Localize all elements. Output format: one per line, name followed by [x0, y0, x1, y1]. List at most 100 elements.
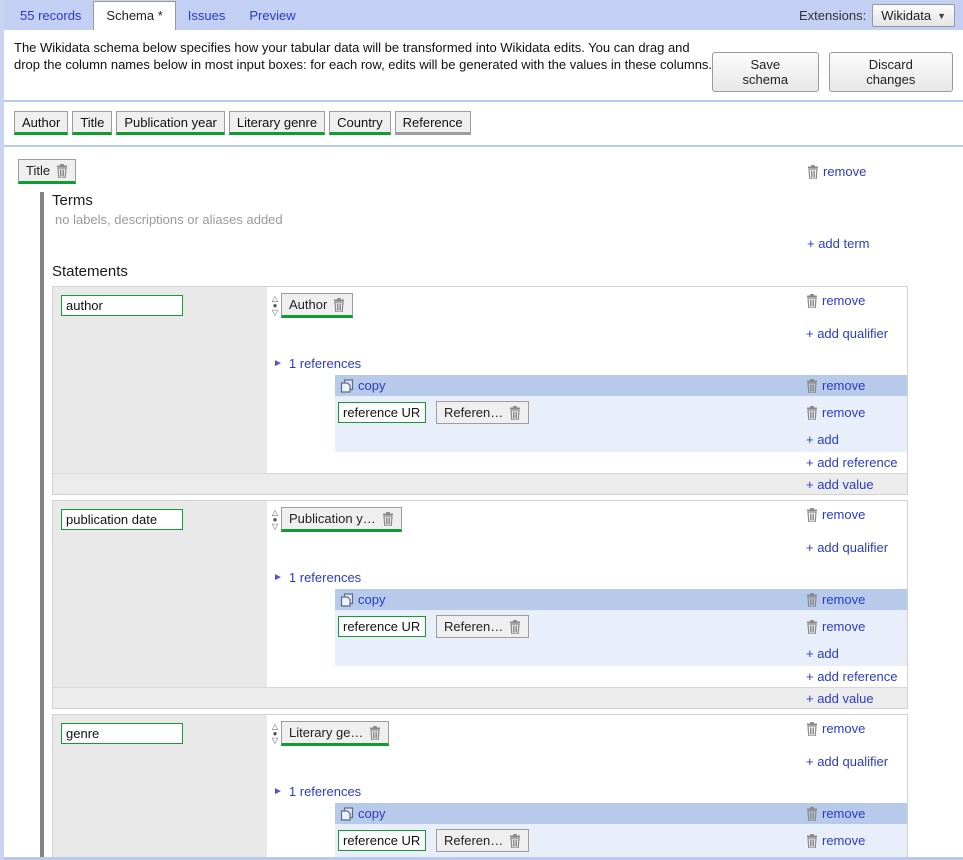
copy-icon[interactable] — [340, 807, 354, 821]
remove-reference-snak-link[interactable]: remove — [822, 833, 865, 848]
copy-icon[interactable] — [340, 379, 354, 393]
remove-item-link[interactable]: remove — [823, 164, 866, 179]
terms-empty-note: no labels, descriptions or aliases added — [55, 212, 908, 227]
value-column-label: Literary ge… — [289, 725, 363, 740]
value-column-label: Publication y… — [289, 511, 376, 526]
triangle-right-icon: ► — [273, 358, 283, 369]
reference-value-chip[interactable]: Referen… — [436, 615, 529, 638]
item-subject-chip[interactable]: Title — [18, 159, 76, 184]
trash-icon — [806, 379, 818, 393]
discard-changes-button[interactable]: Discard changes — [829, 52, 953, 92]
add-snak-link[interactable]: + add — [806, 432, 839, 447]
chevron-down-icon: ▼ — [937, 11, 946, 21]
trash-icon — [806, 593, 818, 607]
add-reference-link[interactable]: + add reference — [806, 669, 897, 684]
triangle-right-icon: ► — [273, 572, 283, 583]
statement-group: △●▽ Author remove + add qualifier — [52, 286, 908, 495]
triangle-right-icon: ► — [273, 786, 283, 797]
terms-heading: Terms — [52, 192, 908, 209]
reference-value-chip[interactable]: Referen… — [436, 829, 529, 852]
trash-icon — [806, 722, 818, 736]
copy-reference-link[interactable]: copy — [358, 592, 385, 607]
value-column-chip[interactable]: Literary ge… — [281, 721, 389, 746]
add-qualifier-link[interactable]: + add qualifier — [806, 540, 888, 555]
statement-group: △●▽ Publication y… remove + add qu — [52, 500, 908, 709]
remove-reference-link[interactable]: remove — [822, 806, 865, 821]
column-chip-literary-genre[interactable]: Literary genre — [229, 111, 325, 135]
reference-body: Referen… remove + add — [335, 824, 907, 860]
copy-icon[interactable] — [340, 593, 354, 607]
column-chip-title[interactable]: Title — [72, 111, 112, 135]
reference-property-input[interactable] — [338, 616, 426, 637]
trash-icon[interactable] — [509, 834, 521, 848]
copy-reference-link[interactable]: copy — [358, 806, 385, 821]
reference-body: Referen… remove + add — [335, 396, 907, 452]
references-toggle-label[interactable]: 1 references — [289, 784, 361, 799]
tab-preview[interactable]: Preview — [237, 2, 307, 30]
add-value-link[interactable]: + add value — [806, 477, 874, 492]
column-chip-publication-year[interactable]: Publication year — [116, 111, 225, 135]
reference-copy-row: copy remove — [335, 375, 907, 396]
remove-reference-snak-link[interactable]: remove — [822, 405, 865, 420]
trash-icon[interactable] — [382, 512, 394, 526]
add-snak-link[interactable]: + add — [806, 646, 839, 661]
tab-schema[interactable]: Schema * — [93, 1, 175, 30]
reference-property-input[interactable] — [338, 402, 426, 423]
reference-value-chip[interactable]: Referen… — [436, 401, 529, 424]
drag-handle-icon[interactable]: △●▽ — [270, 723, 280, 744]
drag-handle-icon[interactable]: △●▽ — [270, 509, 280, 530]
trash-icon[interactable] — [369, 726, 381, 740]
statement-property-panel — [53, 715, 267, 860]
reference-copy-row: copy remove — [335, 803, 907, 824]
add-value-link[interactable]: + add value — [806, 691, 874, 706]
references-toggle-label[interactable]: 1 references — [289, 570, 361, 585]
reference-property-input[interactable] — [338, 830, 426, 851]
top-tab-bar: 55 records Schema * Issues Preview Exten… — [4, 0, 963, 30]
add-qualifier-link[interactable]: + add qualifier — [806, 754, 888, 769]
column-chip-reference[interactable]: Reference — [395, 111, 471, 135]
tab-records[interactable]: 55 records — [8, 2, 93, 30]
reference-value-label: Referen… — [444, 833, 503, 848]
trash-icon — [806, 508, 818, 522]
trash-icon — [806, 620, 818, 634]
remove-statement-link[interactable]: remove — [822, 507, 865, 522]
extensions-dropdown[interactable]: Wikidata ▼ — [872, 4, 955, 27]
value-column-chip[interactable]: Author — [281, 293, 353, 318]
property-input[interactable] — [61, 509, 183, 530]
references-toggle[interactable]: ► 1 references — [273, 567, 907, 587]
references-toggle[interactable]: ► 1 references — [273, 353, 907, 373]
schema-editor: Title remove Terms no labels, descriptio… — [4, 147, 963, 860]
save-schema-button[interactable]: Save schema — [712, 52, 818, 92]
trash-icon[interactable] — [509, 620, 521, 634]
trash-icon[interactable] — [509, 406, 521, 420]
trash-icon[interactable] — [333, 298, 345, 312]
trash-icon — [806, 406, 818, 420]
schema-toolbar: The Wikidata schema below specifies how … — [4, 30, 963, 100]
drag-handle-icon[interactable]: △●▽ — [270, 295, 280, 316]
trash-icon[interactable] — [56, 164, 68, 178]
add-qualifier-link[interactable]: + add qualifier — [806, 326, 888, 341]
remove-reference-link[interactable]: remove — [822, 378, 865, 393]
openrefine-wikidata-schema-page: { "tabs": { "records": "55 records", "sc… — [0, 0, 963, 860]
copy-reference-link[interactable]: copy — [358, 378, 385, 393]
remove-statement-link[interactable]: remove — [822, 721, 865, 736]
add-term-link[interactable]: + add term — [807, 236, 870, 251]
statements-heading: Statements — [52, 263, 908, 280]
column-chip-country[interactable]: Country — [329, 111, 391, 135]
item-header: Title remove — [18, 159, 908, 184]
property-input[interactable] — [61, 723, 183, 744]
terms-section: Terms no labels, descriptions or aliases… — [52, 192, 908, 253]
trash-icon — [806, 294, 818, 308]
references-toggle[interactable]: ► 1 references — [273, 781, 907, 801]
remove-reference-link[interactable]: remove — [822, 592, 865, 607]
property-input[interactable] — [61, 295, 183, 316]
column-chip-author[interactable]: Author — [14, 111, 68, 135]
value-column-chip[interactable]: Publication y… — [281, 507, 402, 532]
remove-reference-snak-link[interactable]: remove — [822, 619, 865, 634]
item-subject-label: Title — [26, 163, 50, 178]
tab-issues[interactable]: Issues — [176, 2, 238, 30]
references-toggle-label[interactable]: 1 references — [289, 356, 361, 371]
add-reference-link[interactable]: + add reference — [806, 455, 897, 470]
add-value-bar: + add value — [53, 473, 907, 494]
remove-statement-link[interactable]: remove — [822, 293, 865, 308]
